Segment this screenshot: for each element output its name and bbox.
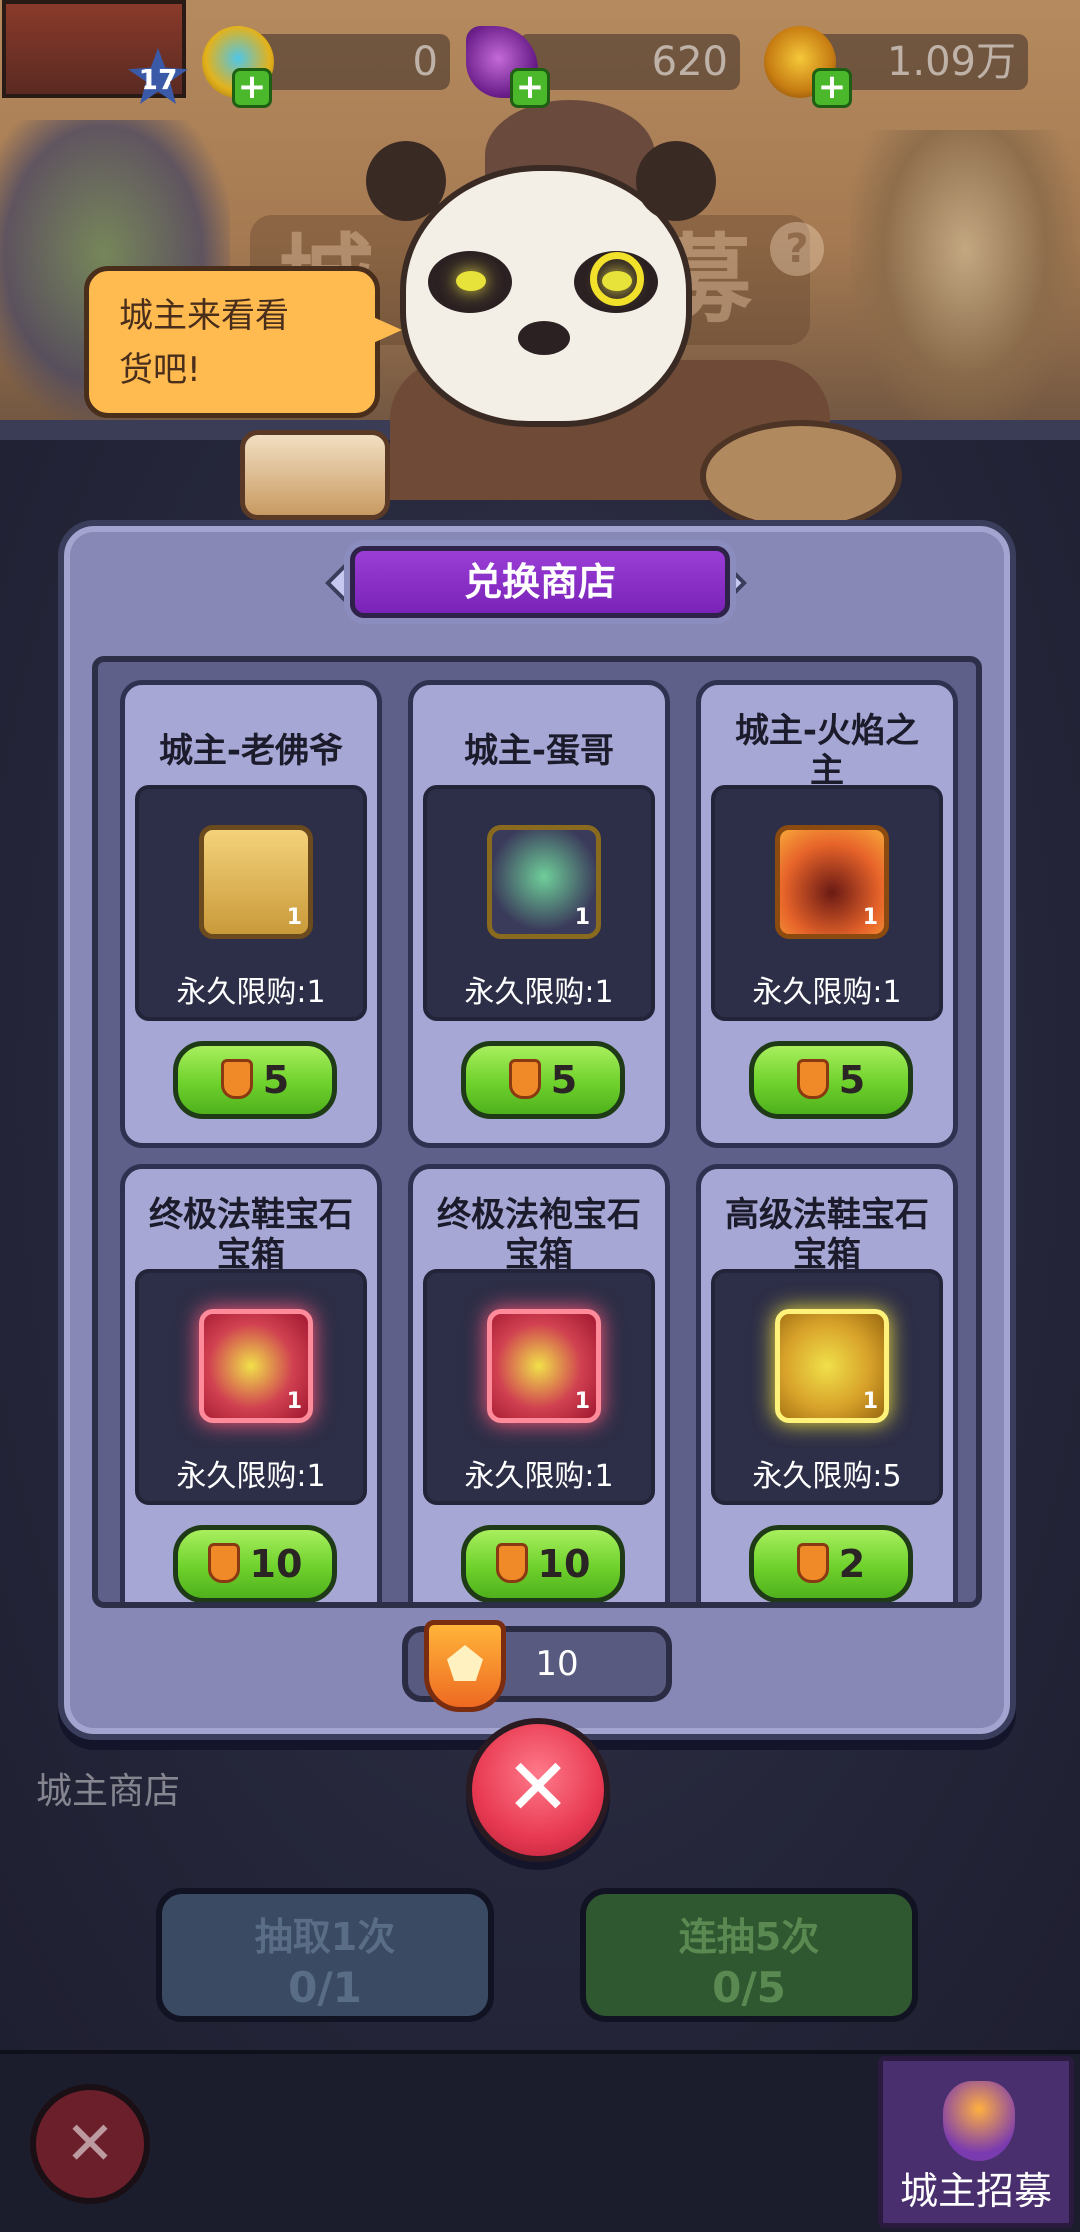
shop-item-card[interactable]: 终极法鞋宝石 宝箱 1 永久限购:1 10 <box>120 1164 382 1602</box>
draw-five-button[interactable]: 连抽5次 0/5 <box>580 1888 918 2022</box>
price: 2 <box>838 1542 866 1586</box>
hero-right-figure <box>850 130 1080 430</box>
item-display: 1 永久限购:1 <box>135 1269 367 1505</box>
merchant-speech-bubble: 城主来看看 货吧! <box>84 266 380 418</box>
item-display: 1 永久限购:1 <box>711 785 943 1021</box>
lord-demon-hunter-portrait-icon: 1 <box>487 825 601 939</box>
gem-chest-gold-icon: 1 <box>775 1309 889 1423</box>
help-icon[interactable]: ? <box>770 222 824 276</box>
price: 10 <box>537 1542 591 1586</box>
item-display: 1 永久限购:1 <box>135 785 367 1021</box>
item-display: 1 永久限购:1 <box>423 1269 655 1505</box>
ticket-icon <box>207 1542 240 1583</box>
purchase-limit: 永久限购:1 <box>752 975 902 1010</box>
purchase-limit: 永久限购:1 <box>176 1459 326 1494</box>
item-quantity: 1 <box>574 1389 590 1414</box>
recruit-tab-label: 城主招募 <box>899 2169 1052 2213</box>
exchange-ticket-icon <box>424 1620 506 1712</box>
lord-old-man-portrait-icon: 1 <box>199 825 313 939</box>
price: 10 <box>249 1542 303 1586</box>
buy-button[interactable]: 10 <box>173 1525 337 1602</box>
purchase-limit: 永久限购:5 <box>752 1459 902 1494</box>
price: 5 <box>838 1058 866 1102</box>
shop-item-card[interactable]: 城主-火焰之主 1 永久限购:1 5 <box>696 680 958 1148</box>
item-quantity: 1 <box>286 905 302 930</box>
buy-button[interactable]: 5 <box>173 1041 337 1119</box>
panda-ear-icon <box>636 141 716 221</box>
ticket-icon <box>220 1058 253 1099</box>
modal-title: 兑换商店 <box>350 546 730 618</box>
purchase-limit: 永久限购:1 <box>464 975 614 1010</box>
bottom-close-button[interactable]: ✕ <box>30 2084 150 2204</box>
close-modal-button[interactable]: ✕ <box>466 1718 610 1862</box>
ticket-icon <box>796 1542 829 1583</box>
item-quantity: 1 <box>862 1389 878 1414</box>
shop-item-card[interactable]: 高级法鞋宝石 宝箱 1 永久限购:5 2 <box>696 1164 958 1602</box>
crystal-amount: 620 <box>518 34 740 90</box>
buy-button[interactable]: 10 <box>461 1525 625 1602</box>
speech-line-2: 货吧! <box>119 350 201 390</box>
draw-five-count: 0/5 <box>712 1963 786 2012</box>
ticket-icon <box>796 1058 829 1099</box>
item-quantity: 1 <box>286 1389 302 1414</box>
barrel-icon <box>700 420 902 532</box>
lord-recruit-tab[interactable]: 城主招募 <box>878 2056 1074 2228</box>
shop-item-card[interactable]: 终极法袍宝石 宝箱 1 永久限购:1 10 <box>408 1164 670 1602</box>
buy-button[interactable]: 2 <box>749 1525 913 1602</box>
shop-item-card[interactable]: 城主-蛋哥 1 永久限购:1 5 <box>408 680 670 1148</box>
item-quantity: 1 <box>862 905 878 930</box>
add-gold-button[interactable]: + <box>812 68 852 108</box>
recruit-flame-icon <box>943 2081 1015 2161</box>
price: 5 <box>262 1058 290 1102</box>
add-crystal-button[interactable]: + <box>510 68 550 108</box>
gem-chest-red-icon: 1 <box>487 1309 601 1423</box>
currency-amount: 10 <box>535 1644 579 1684</box>
draw-five-label: 连抽5次 <box>678 1915 820 1959</box>
add-diamond-button[interactable]: + <box>232 68 272 108</box>
draw-once-count: 0/1 <box>288 1963 362 2012</box>
panda-merchant-icon <box>366 141 716 427</box>
item-display: 1 永久限购:5 <box>711 1269 943 1505</box>
panda-nose-icon <box>518 321 570 355</box>
lord-shop-label[interactable]: 城主商店 <box>36 1762 180 1814</box>
ticket-icon <box>495 1542 528 1583</box>
item-quantity: 1 <box>574 905 590 930</box>
price: 5 <box>550 1058 578 1102</box>
draw-once-label: 抽取1次 <box>254 1915 396 1959</box>
gem-chest-red-icon: 1 <box>199 1309 313 1423</box>
shop-item-card[interactable]: 城主-老佛爷 1 永久限购:1 5 <box>120 680 382 1148</box>
lord-fire-lord-portrait-icon: 1 <box>775 825 889 939</box>
panda-ear-icon <box>366 141 446 221</box>
item-display: 1 永久限购:1 <box>423 785 655 1021</box>
speech-line-1: 城主来看看 <box>119 296 289 336</box>
panda-eye-icon <box>428 251 512 313</box>
basket-icon <box>240 430 390 520</box>
purchase-limit: 永久限购:1 <box>464 1459 614 1494</box>
ticket-icon <box>508 1058 541 1099</box>
buy-button[interactable]: 5 <box>749 1041 913 1119</box>
earring-icon <box>590 252 644 306</box>
shop-item-grid: 城主-老佛爷 1 永久限购:1 5 城主-蛋哥 1 永久限购:1 5 城主-火焰… <box>92 656 982 1608</box>
purchase-limit: 永久限购:1 <box>176 975 326 1010</box>
draw-once-button[interactable]: 抽取1次 0/1 <box>156 1888 494 2022</box>
buy-button[interactable]: 5 <box>461 1041 625 1119</box>
